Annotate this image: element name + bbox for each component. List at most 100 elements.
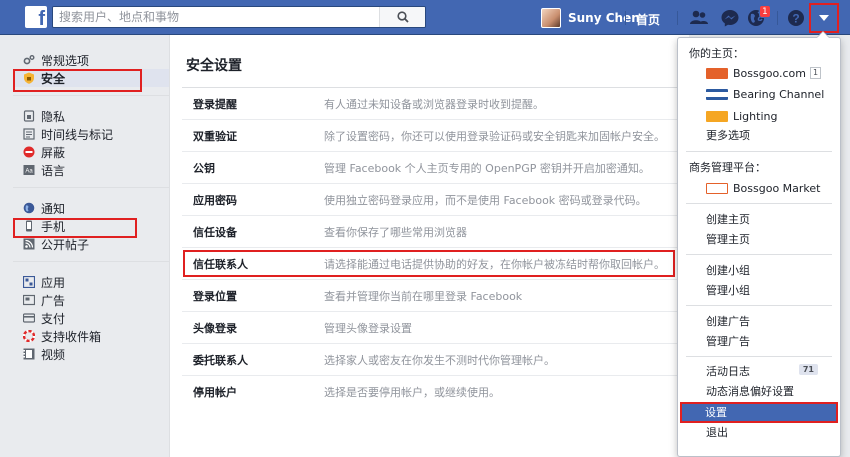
ads-icon	[23, 294, 35, 306]
help-icon[interactable]: ?	[786, 8, 806, 28]
sidebar-item-general[interactable]: 常规选项	[13, 51, 169, 69]
sidebar-item-label: 屏蔽	[41, 145, 66, 160]
rss-icon	[23, 238, 35, 250]
menu-activity-log[interactable]: 活动日志	[706, 364, 750, 380]
sidebar-item-label: 时间线与标记	[41, 127, 114, 142]
sidebar-item-label: 安全	[41, 71, 66, 86]
bearing-logo-icon	[706, 88, 728, 100]
menu-pointer-inner	[817, 32, 829, 38]
sidebar-group: 隐私 时间线与标记 屏蔽 Aa 语言	[13, 104, 169, 188]
sidebar-item-security[interactable]: 安全	[13, 69, 169, 87]
setting-row-public-key[interactable]: 公钥 管理 Facebook 个人主页专用的 OpenPGP 密钥并开启加密通知…	[182, 152, 690, 184]
menu-manage-pages[interactable]: 管理主页	[706, 232, 750, 248]
facebook-logo[interactable]: f	[25, 6, 47, 28]
setting-name: 双重验证	[193, 129, 237, 143]
lighting-logo-icon	[706, 110, 728, 122]
sidebar-item-support-inbox[interactable]: 支持收件箱	[13, 327, 169, 345]
setting-description: 管理 Facebook 个人主页专用的 OpenPGP 密钥并开启加密通知。	[324, 161, 650, 175]
sidebar-item-label: 应用	[41, 275, 66, 290]
apps-icon	[23, 276, 35, 288]
setting-name: 停用帐户	[193, 386, 237, 399]
menu-log-out[interactable]: 退出	[706, 425, 728, 441]
user-name: Suny Chen	[568, 10, 640, 25]
home-link[interactable]: 首页	[636, 11, 660, 28]
search-input[interactable]	[53, 7, 383, 27]
svg-text:?: ?	[792, 12, 799, 26]
sidebar-item-label: 隐私	[41, 109, 66, 124]
sidebar-item-mobile[interactable]: 手机	[13, 217, 169, 235]
sidebar-item-videos[interactable]: 视频	[13, 345, 169, 363]
setting-name: 头像登录	[193, 321, 237, 335]
setting-row-trusted-contacts[interactable]: 信任联系人 请选择能通过电话提供协助的好友，在你帐户被冻结时帮你取回帐户。	[182, 248, 690, 280]
setting-description: 有人通过未知设备或浏览器登录时收到提醒。	[324, 97, 544, 111]
account-dropdown-menu: 你的主页： Bossgoo.com 1 Bearing Channel Ligh…	[677, 37, 841, 457]
sidebar-item-payments[interactable]: 支付	[13, 309, 169, 327]
sidebar-item-timeline[interactable]: 时间线与标记	[13, 125, 169, 143]
shield-icon	[24, 72, 34, 84]
divider	[677, 11, 678, 25]
setting-description: 请选择能通过电话提供协助的好友，在你帐户被冻结时帮你取回帐户。	[324, 257, 665, 271]
page-name: Bossgoo Market	[733, 181, 821, 195]
sidebar-item-label: 语言	[41, 163, 66, 178]
support-icon	[23, 330, 35, 342]
page-name: Bossgoo.com	[733, 66, 806, 80]
divider	[686, 356, 832, 357]
setting-row-trusted-devices[interactable]: 信任设备 查看你保存了哪些常用浏览器	[182, 216, 690, 248]
setting-name: 登录提醒	[193, 97, 237, 111]
menu-create-page[interactable]: 创建主页	[706, 212, 750, 228]
search-icon	[396, 11, 409, 23]
messenger-icon[interactable]	[720, 8, 740, 28]
menu-create-group[interactable]: 创建小组	[706, 263, 750, 279]
setting-row-two-factor[interactable]: 双重验证 除了设置密码，你还可以使用登录验证码或安全钥匙来加固帐户安全。	[182, 120, 690, 152]
timeline-icon	[23, 128, 35, 140]
friend-requests-icon[interactable]	[689, 8, 709, 28]
mobile-icon	[26, 220, 32, 232]
setting-description: 使用独立密码登录应用，而不是使用 Facebook 密码或登录代码。	[324, 193, 647, 207]
menu-page-bearing-channel[interactable]: Bearing Channel	[706, 86, 824, 102]
menu-business-bossgoo-market[interactable]: Bossgoo Market	[706, 180, 821, 196]
sidebar-item-ads[interactable]: 广告	[13, 291, 169, 309]
page-notification-count: 1	[809, 67, 822, 79]
sidebar-item-label: 常规选项	[41, 53, 90, 68]
block-icon	[23, 146, 35, 158]
divider	[686, 203, 832, 204]
divider	[686, 254, 832, 255]
page-name: Bearing Channel	[733, 87, 825, 101]
setting-description: 选择家人或密友在你发生不测时代你管理帐户。	[324, 353, 555, 367]
setting-row-login-alerts[interactable]: 登录提醒 有人通过未知设备或浏览器登录时收到提醒。	[182, 88, 690, 120]
sidebar-item-apps[interactable]: 应用	[13, 273, 169, 291]
sidebar-item-label: 公开帖子	[41, 237, 90, 252]
sidebar-item-notifications[interactable]: 通知	[13, 199, 169, 217]
sidebar-item-label: 支持收件箱	[41, 329, 102, 344]
menu-create-ads[interactable]: 创建广告	[706, 314, 750, 330]
setting-row-app-passwords[interactable]: 应用密码 使用独立密码登录应用，而不是使用 Facebook 密码或登录代码。	[182, 184, 690, 216]
sidebar-item-blocking[interactable]: 屏蔽	[13, 143, 169, 161]
sidebar-group: 通知 手机 公开帖子	[13, 196, 169, 262]
setting-row-legacy-contact[interactable]: 委托联系人 选择家人或密友在你发生不测时代你管理帐户。	[182, 344, 690, 376]
menu-settings[interactable]: 设置	[680, 402, 838, 423]
setting-name: 登录位置	[193, 289, 237, 303]
setting-row-where-logged-in[interactable]: 登录位置 查看并管理你当前在哪里登录 Facebook	[182, 280, 690, 312]
sidebar-item-language[interactable]: Aa 语言	[13, 161, 169, 179]
page-name: Lighting	[733, 109, 778, 123]
sidebar-item-privacy[interactable]: 隐私	[13, 107, 169, 125]
setting-description: 查看并管理你当前在哪里登录 Facebook	[324, 289, 523, 303]
menu-page-lighting[interactable]: Lighting	[706, 108, 777, 124]
account-menu-button[interactable]	[809, 3, 839, 33]
setting-name: 委托联系人	[193, 353, 248, 367]
menu-more-options[interactable]: 更多选项	[706, 128, 750, 144]
page-title: 安全设置	[186, 58, 242, 74]
search-button[interactable]	[379, 7, 425, 27]
activity-log-count: 71	[798, 364, 818, 375]
divider	[686, 151, 832, 152]
setting-row-deactivate-account[interactable]: 停用帐户 选择是否要停用帐户，或继续使用。	[182, 376, 690, 408]
setting-row-profile-picture-login[interactable]: 头像登录 管理头像登录设置	[182, 312, 690, 344]
divider	[625, 11, 626, 25]
menu-page-bossgoo[interactable]: Bossgoo.com 1	[706, 65, 822, 81]
menu-manage-ads[interactable]: 管理广告	[706, 334, 750, 350]
divider	[777, 11, 778, 25]
menu-manage-groups[interactable]: 管理小组	[706, 283, 750, 299]
menu-news-feed-preferences[interactable]: 动态消息偏好设置	[706, 384, 794, 400]
setting-description: 选择是否要停用帐户，或继续使用。	[324, 386, 500, 399]
sidebar-item-public-posts[interactable]: 公开帖子	[13, 235, 169, 253]
